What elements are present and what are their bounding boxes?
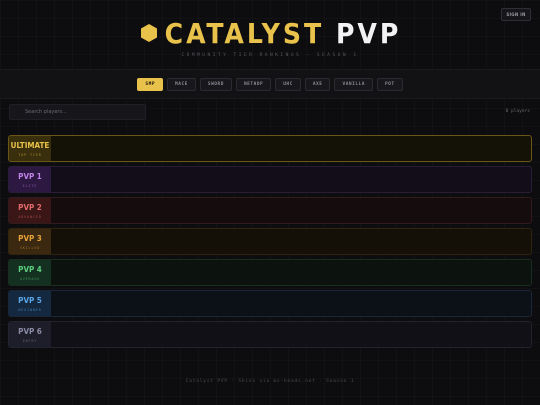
tab-sword[interactable]: SWORD <box>199 77 232 91</box>
tier-label: PVP 2 ADVANCED <box>9 198 51 223</box>
tier-players <box>51 136 531 161</box>
tier-label: ULTIMATE TOP TIER <box>9 136 51 161</box>
mode-tabs: SMP MACE SWORD NETHOP UHC AXE VANILLA PO… <box>0 69 540 99</box>
tier-label: PVP 6 ENTRY <box>9 322 51 347</box>
tier-subtitle: ADVANCED <box>18 214 42 219</box>
subtitle: COMMUNITY TIER RANKINGS · SEASON 1 <box>181 53 359 58</box>
tier-players <box>51 167 531 192</box>
tier-players <box>51 291 531 316</box>
tier-players <box>51 229 531 254</box>
tier-name: PVP 3 <box>18 233 42 243</box>
hero-header: CATALYST PVP COMMUNITY TIER RANKINGS · S… <box>0 16 540 68</box>
logo-row: CATALYST PVP <box>0 16 540 50</box>
page: SIGN IN CATALYST PVP COMMUNITY TIER RANK… <box>0 0 540 405</box>
tab-pot[interactable]: POT <box>376 77 403 91</box>
tier-name: PVP 5 <box>18 295 42 305</box>
tab-smp[interactable]: SMP <box>137 77 164 91</box>
tier-players <box>51 198 531 223</box>
tab-vanilla[interactable]: VANILLA <box>334 77 373 91</box>
tier-list: ULTIMATE TOP TIER PVP 1 ELITE PVP 2 ADVA… <box>8 135 532 352</box>
tier-subtitle: BEGINNER <box>18 307 42 312</box>
player-count: 0 players <box>505 109 530 114</box>
tier-players <box>51 322 531 347</box>
tier-subtitle: TOP TIER <box>18 152 42 157</box>
title-catalyst: CATALYST <box>164 16 325 50</box>
tab-axe[interactable]: AXE <box>304 77 331 91</box>
tier-subtitle: ELITE <box>22 183 38 188</box>
footer: Catalyst PVP · Skins via mc-heads.net · … <box>185 379 355 384</box>
tier-row-ultimate[interactable]: ULTIMATE TOP TIER <box>8 135 532 162</box>
tab-mace[interactable]: MACE <box>167 77 196 91</box>
tier-name: PVP 1 <box>18 171 42 181</box>
tier-row-pvp-4[interactable]: PVP 4 AVERAGE <box>8 259 532 286</box>
tier-name: PVP 4 <box>18 264 42 274</box>
tier-subtitle: ENTRY <box>22 338 38 343</box>
tier-row-pvp-6[interactable]: PVP 6 ENTRY <box>8 321 532 348</box>
tab-nethop[interactable]: NETHOP <box>235 77 272 91</box>
tier-label: PVP 4 AVERAGE <box>9 260 51 285</box>
search-bar: Search players... 0 players <box>0 99 540 127</box>
hexagon-icon <box>140 24 157 42</box>
tab-uhc[interactable]: UHC <box>275 77 301 91</box>
tier-subtitle: AVERAGE <box>19 276 41 281</box>
tier-players <box>51 260 531 285</box>
title-pvp: PVP <box>335 16 402 50</box>
tier-row-pvp-5[interactable]: PVP 5 BEGINNER <box>8 290 532 317</box>
tier-name: PVP 6 <box>18 326 42 336</box>
tier-label: PVP 1 ELITE <box>9 167 51 192</box>
tier-row-pvp-1[interactable]: PVP 1 ELITE <box>8 166 532 193</box>
tier-name: PVP 2 <box>18 202 42 212</box>
tier-subtitle: SKILLED <box>19 245 41 250</box>
site-title: CATALYST PVP <box>165 17 402 50</box>
tier-name: ULTIMATE <box>10 140 50 150</box>
tier-row-pvp-2[interactable]: PVP 2 ADVANCED <box>8 197 532 224</box>
tier-label: PVP 3 SKILLED <box>9 229 51 254</box>
tier-row-pvp-3[interactable]: PVP 3 SKILLED <box>8 228 532 255</box>
search-input[interactable]: Search players... <box>9 104 146 120</box>
tier-label: PVP 5 BEGINNER <box>9 291 51 316</box>
